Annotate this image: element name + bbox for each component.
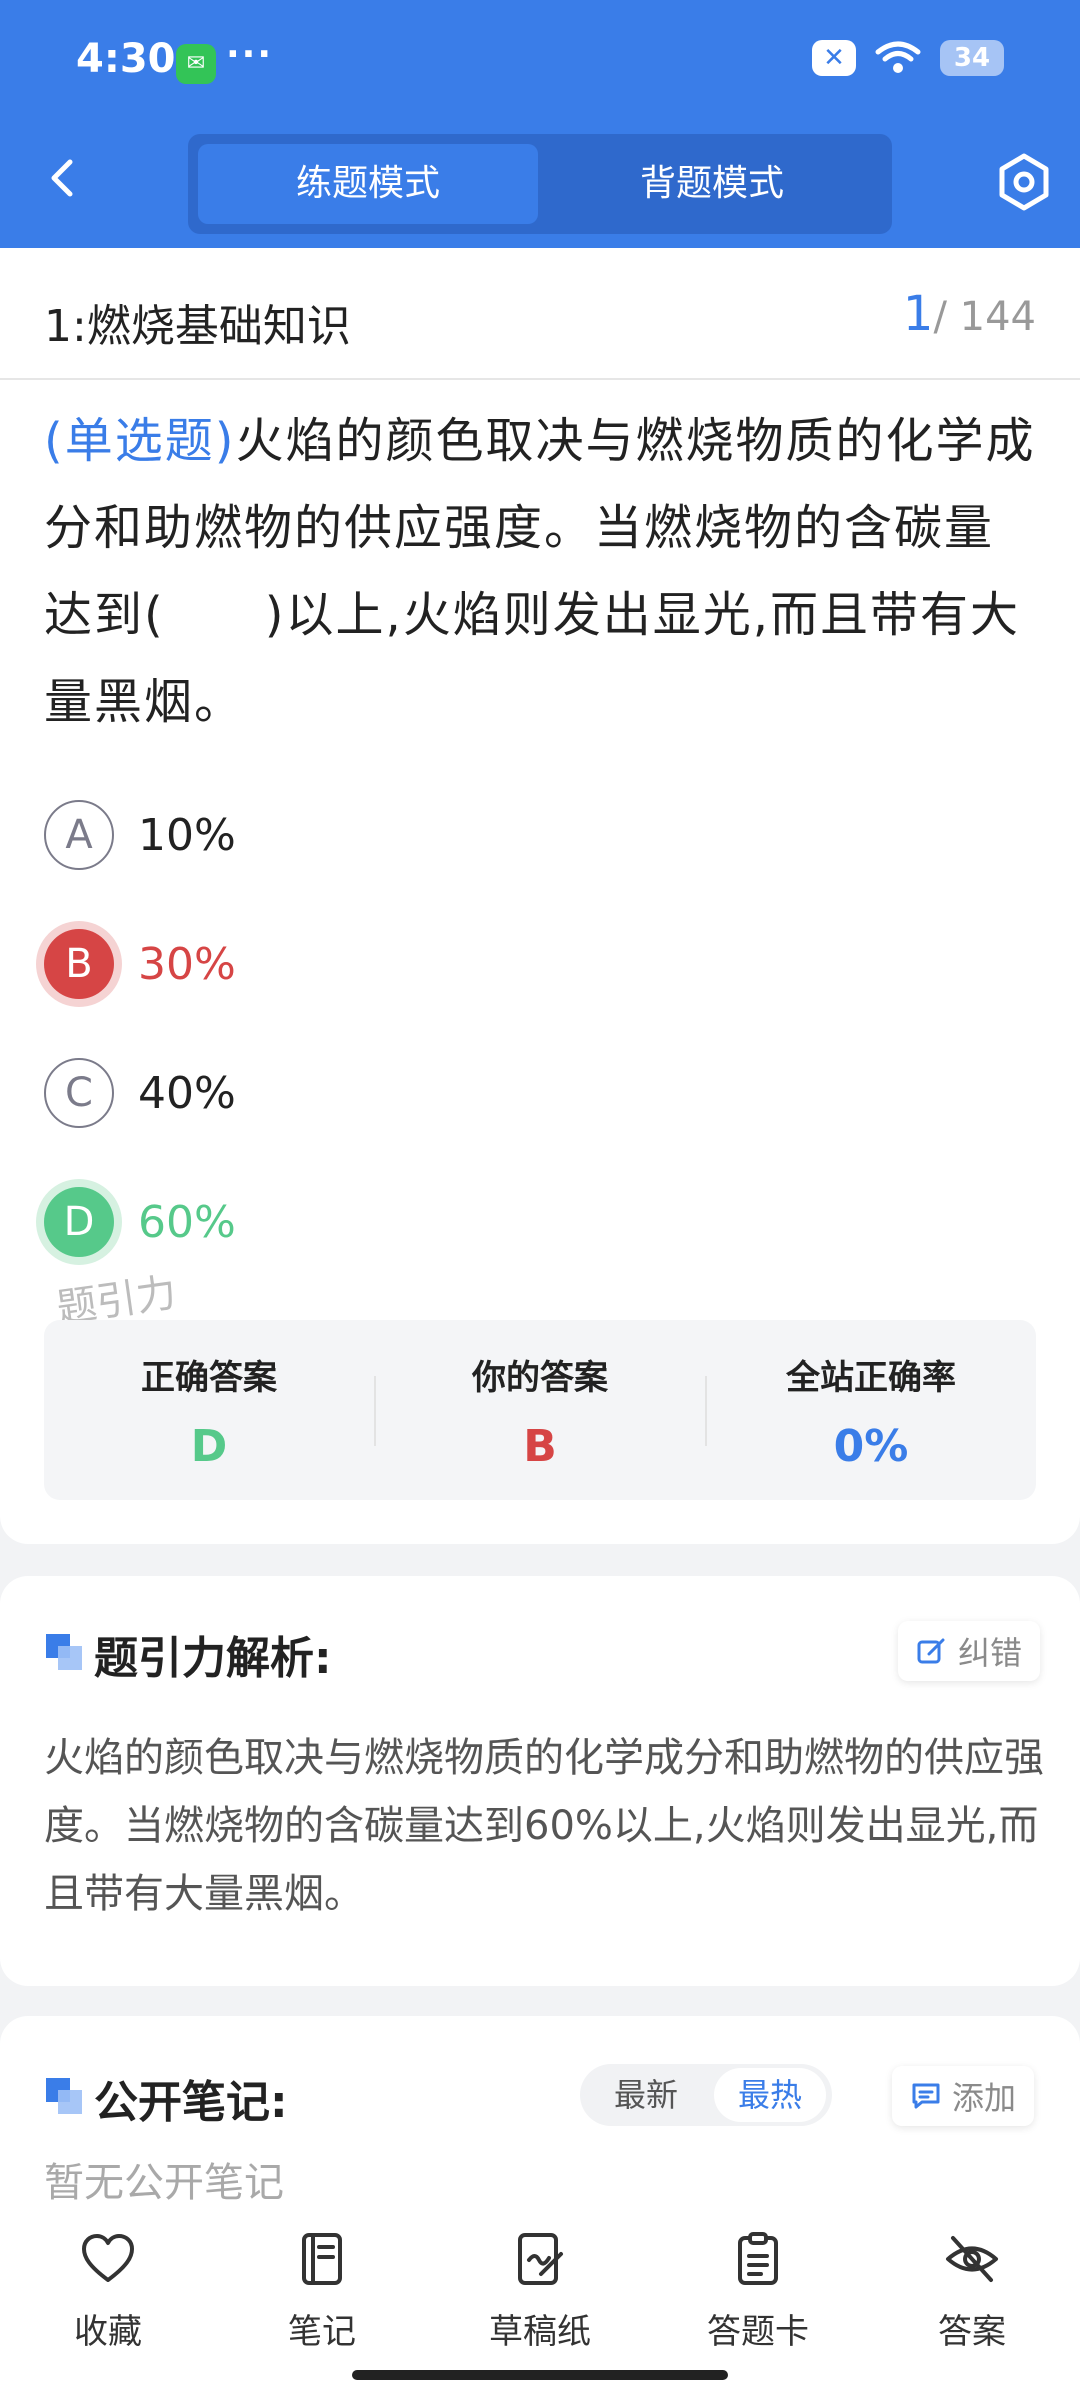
question-text: (单选题)火焰的颜色取决与燃烧物质的化学成分和助燃物的供应强度。当燃烧物的含碳量…	[44, 398, 1036, 746]
option-text: 60%	[138, 1196, 236, 1248]
more-notifications-icon: ···	[226, 34, 274, 75]
correct-answer-value: D	[190, 1421, 228, 1472]
option-letter: B	[44, 929, 114, 999]
analysis-text: 火焰的颜色取决与燃烧物质的化学成分和助燃物的供应强度。当燃烧物的含碳量达到60%…	[44, 1735, 1044, 1917]
question-type-tag: (单选题)	[44, 413, 236, 469]
your-answer-value: B	[523, 1421, 557, 1472]
option-letter: C	[44, 1058, 114, 1128]
wechat-icon: ✉	[176, 44, 216, 84]
your-answer-stat: 你的答案 B	[375, 1350, 705, 1472]
section-title: 1:燃烧基础知识	[44, 301, 351, 352]
divider	[0, 378, 1080, 380]
your-answer-label: 你的答案	[472, 1358, 608, 1398]
option-letter: A	[44, 800, 114, 870]
nav-favorite[interactable]: 收藏	[8, 2230, 208, 2353]
site-accuracy-stat: 全站正确率 0%	[706, 1350, 1036, 1472]
nav-notes[interactable]: 笔记	[222, 2230, 422, 2353]
nav-label: 答案	[938, 2312, 1006, 2352]
heart-icon	[82, 2234, 134, 2282]
status-time: 4:30	[76, 36, 176, 82]
nav-draft-paper[interactable]: 草稿纸	[440, 2230, 640, 2353]
nav-label: 收藏	[74, 2312, 142, 2352]
site-accuracy-label: 全站正确率	[786, 1358, 956, 1398]
home-indicator[interactable]	[352, 2370, 728, 2380]
option-b[interactable]: B 30%	[44, 924, 236, 1004]
comment-icon	[912, 2083, 940, 2109]
add-note-button[interactable]: 添加	[892, 2066, 1035, 2126]
add-note-label: 添加	[952, 2079, 1017, 2117]
report-error-label: 纠错	[958, 1634, 1023, 1672]
status-bar: 4:30 ✉ ··· ✕ 34	[0, 0, 1080, 128]
option-c[interactable]: C 40%	[44, 1053, 236, 1133]
correct-answer-label: 正确答案	[141, 1358, 277, 1398]
option-d[interactable]: D 60%	[44, 1182, 236, 1262]
answer-card-icon	[738, 2232, 778, 2285]
total-questions: / 144	[933, 294, 1036, 340]
option-text: 10%	[138, 809, 236, 861]
answer-stats: 正确答案 D 你的答案 B 全站正确率 0%	[44, 1320, 1036, 1500]
app-header: 4:30 ✉ ··· ✕ 34 练题模式 背题模式	[0, 0, 1080, 248]
mode-switch: 练题模式 背题模式	[188, 134, 892, 234]
site-accuracy-value: 0%	[833, 1421, 909, 1472]
correct-answer-stat: 正确答案 D	[44, 1350, 374, 1472]
notes-sort-toggle: 最新 最热	[580, 2064, 832, 2126]
question-counter: 1/ 144	[903, 286, 1036, 342]
tab-practice-mode[interactable]: 练题模式	[198, 144, 538, 224]
draft-icon	[518, 2233, 563, 2285]
battery-icon: 34	[940, 40, 1004, 76]
settings-icon[interactable]	[992, 150, 1056, 214]
option-a[interactable]: A 10%	[44, 795, 236, 875]
analysis-title: 题引力解析:	[94, 1633, 332, 1684]
nav-answer-card[interactable]: 答题卡	[658, 2230, 858, 2353]
sort-latest-option[interactable]: 最新	[590, 2064, 702, 2126]
section-icon	[46, 2078, 82, 2114]
back-icon[interactable]	[36, 150, 92, 206]
tab-memorize-mode[interactable]: 背题模式	[542, 144, 882, 224]
option-text: 40%	[138, 1067, 236, 1119]
close-notification-icon: ✕	[812, 40, 856, 76]
section-icon	[46, 1634, 82, 1670]
sort-hot-option[interactable]: 最热	[714, 2068, 826, 2122]
nav-label: 草稿纸	[489, 2312, 591, 2352]
current-question-number: 1	[902, 286, 934, 342]
empty-notes-text: 暂无公开笔记	[44, 2160, 284, 2206]
notes-title: 公开笔记:	[94, 2077, 288, 2128]
report-error-button[interactable]: 纠错	[898, 1621, 1041, 1681]
wifi-icon	[875, 41, 921, 73]
eye-off-icon	[946, 2236, 998, 2282]
option-letter: D	[44, 1187, 114, 1257]
notebook-icon	[302, 2233, 342, 2285]
nav-answer[interactable]: 答案	[872, 2230, 1072, 2353]
nav-label: 答题卡	[707, 2312, 809, 2352]
option-text: 30%	[138, 938, 236, 990]
edit-icon	[917, 1638, 945, 1664]
nav-label: 笔记	[288, 2312, 356, 2352]
